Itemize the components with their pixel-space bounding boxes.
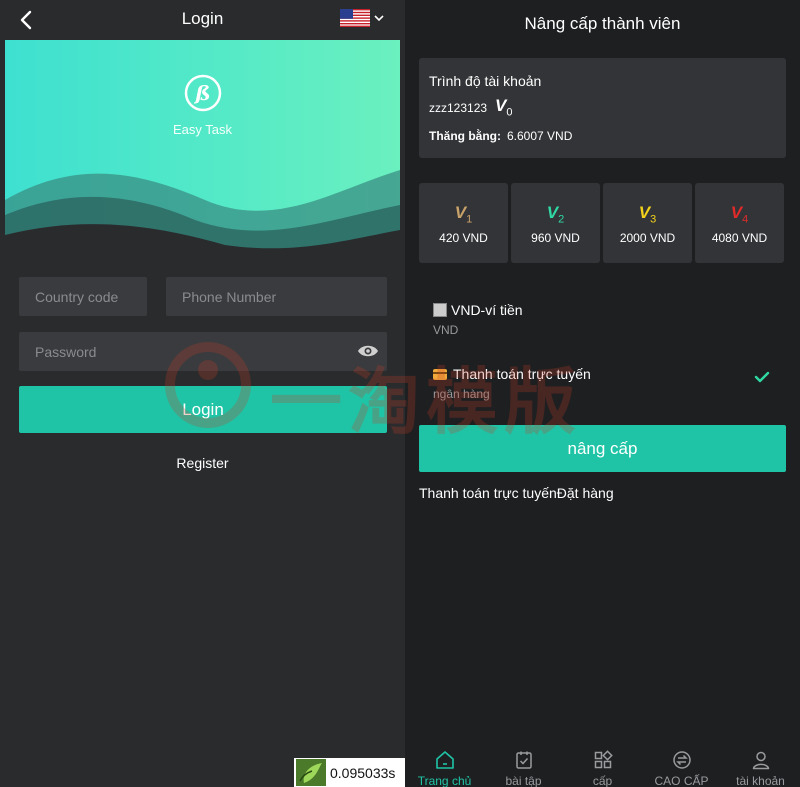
- chevron-down-icon: [374, 15, 384, 22]
- level-card-v1[interactable]: V1 420 VND: [419, 183, 508, 263]
- payment-sub: VND: [433, 323, 459, 337]
- level-number: 0: [506, 106, 513, 119]
- level-card-v4[interactable]: V4 4080 VND: [695, 183, 784, 263]
- app-logo-icon: ß: [184, 74, 222, 112]
- level-mark-v1: V1: [454, 203, 473, 226]
- timer-badge: 0.095033s: [294, 758, 405, 787]
- nav-item-account[interactable]: tài khoản: [721, 745, 800, 787]
- nav-label: Trang chủ: [417, 774, 472, 787]
- card-icon: [433, 369, 447, 380]
- phone-input[interactable]: [166, 277, 387, 316]
- balance-label: Thăng bằng:: [429, 129, 501, 143]
- upgrade-button[interactable]: nâng cấp: [419, 425, 786, 472]
- hero-banner: ß Easy Task: [5, 40, 400, 255]
- nav-label: bài tập: [505, 774, 542, 787]
- account-level-label: Trình độ tài khoản: [429, 73, 542, 89]
- us-flag-icon: [340, 9, 370, 27]
- page-title: Nâng cấp thành viên: [524, 14, 681, 33]
- payment-option-online[interactable]: Thanh toán trực tuyến ngân hàng: [419, 358, 786, 408]
- user-icon: [752, 751, 770, 770]
- level-price: 2000 VND: [619, 231, 676, 245]
- grid-icon: [594, 750, 613, 769]
- level-price: 960 VND: [531, 231, 580, 245]
- register-link[interactable]: Register: [0, 455, 405, 471]
- bottom-nav: Trang chủ bài tập cấp CAO CẤP tài khoản: [405, 745, 800, 787]
- username: zzz123123: [429, 101, 488, 115]
- current-level-badge: V0: [495, 96, 512, 118]
- payment-option-wallet[interactable]: VND-ví tiền VND: [419, 294, 786, 344]
- password-field[interactable]: [19, 332, 387, 371]
- upgrade-screen: Nâng cấp thành viên Trình độ tài khoản z…: [405, 0, 800, 787]
- balance-row: Thăng bằng: 6.6007 VND: [429, 129, 572, 143]
- nav-label: tài khoản: [736, 774, 785, 787]
- payment-name: Thanh toán trực tuyến: [453, 366, 591, 382]
- level-mark: V: [495, 96, 507, 115]
- login-screen: Login ß Easy Task Country code Phone Num…: [0, 0, 405, 787]
- nav-label: cấp: [592, 774, 613, 787]
- level-price: 4080 VND: [711, 231, 768, 245]
- country-code-input[interactable]: [19, 277, 147, 316]
- task-icon: [516, 751, 532, 769]
- language-selector[interactable]: [340, 9, 386, 29]
- home-icon: [436, 751, 454, 769]
- check-icon: [754, 371, 770, 383]
- timer-value: 0.095033s: [330, 765, 396, 781]
- phone-field[interactable]: [166, 277, 387, 316]
- account-level-card: Trình độ tài khoản zzz123123 V0 Thăng bằ…: [419, 58, 786, 158]
- level-options: V1 420 VND V2 960 VND V3 2000 VND V4 408…: [419, 183, 786, 263]
- nav-item-premium[interactable]: CAO CẤP: [642, 745, 721, 787]
- balance-value: 6.6007 VND: [507, 129, 573, 143]
- level-card-v2[interactable]: V2 960 VND: [511, 183, 600, 263]
- level-mark-v3: V3: [638, 203, 657, 226]
- level-card-v3[interactable]: V3 2000 VND: [603, 183, 692, 263]
- login-header: Login: [0, 0, 405, 40]
- nav-item-home[interactable]: Trang chủ: [405, 745, 484, 787]
- nav-item-level[interactable]: cấp: [563, 745, 642, 787]
- login-button[interactable]: Login: [19, 386, 387, 433]
- order-link[interactable]: Thanh toán trực tuyếnĐặt hàng: [419, 485, 614, 501]
- app-name: Easy Task: [172, 122, 232, 137]
- level-price: 420 VND: [439, 231, 488, 245]
- nav-item-tasks[interactable]: bài tập: [484, 745, 563, 787]
- broken-image-icon: [433, 303, 447, 317]
- level-mark-v2: V2: [546, 203, 565, 226]
- payment-name: VND-ví tiền: [451, 302, 523, 318]
- payment-sub: ngân hàng: [433, 387, 490, 401]
- level-mark-v4: V4: [730, 203, 749, 226]
- leaf-icon: [296, 759, 326, 786]
- country-code-field[interactable]: [19, 277, 147, 316]
- svg-text:ß: ß: [193, 81, 210, 105]
- exchange-icon: [673, 751, 691, 769]
- nav-label: CAO CẤP: [654, 774, 709, 787]
- password-input[interactable]: [19, 332, 387, 371]
- eye-icon[interactable]: [357, 343, 379, 359]
